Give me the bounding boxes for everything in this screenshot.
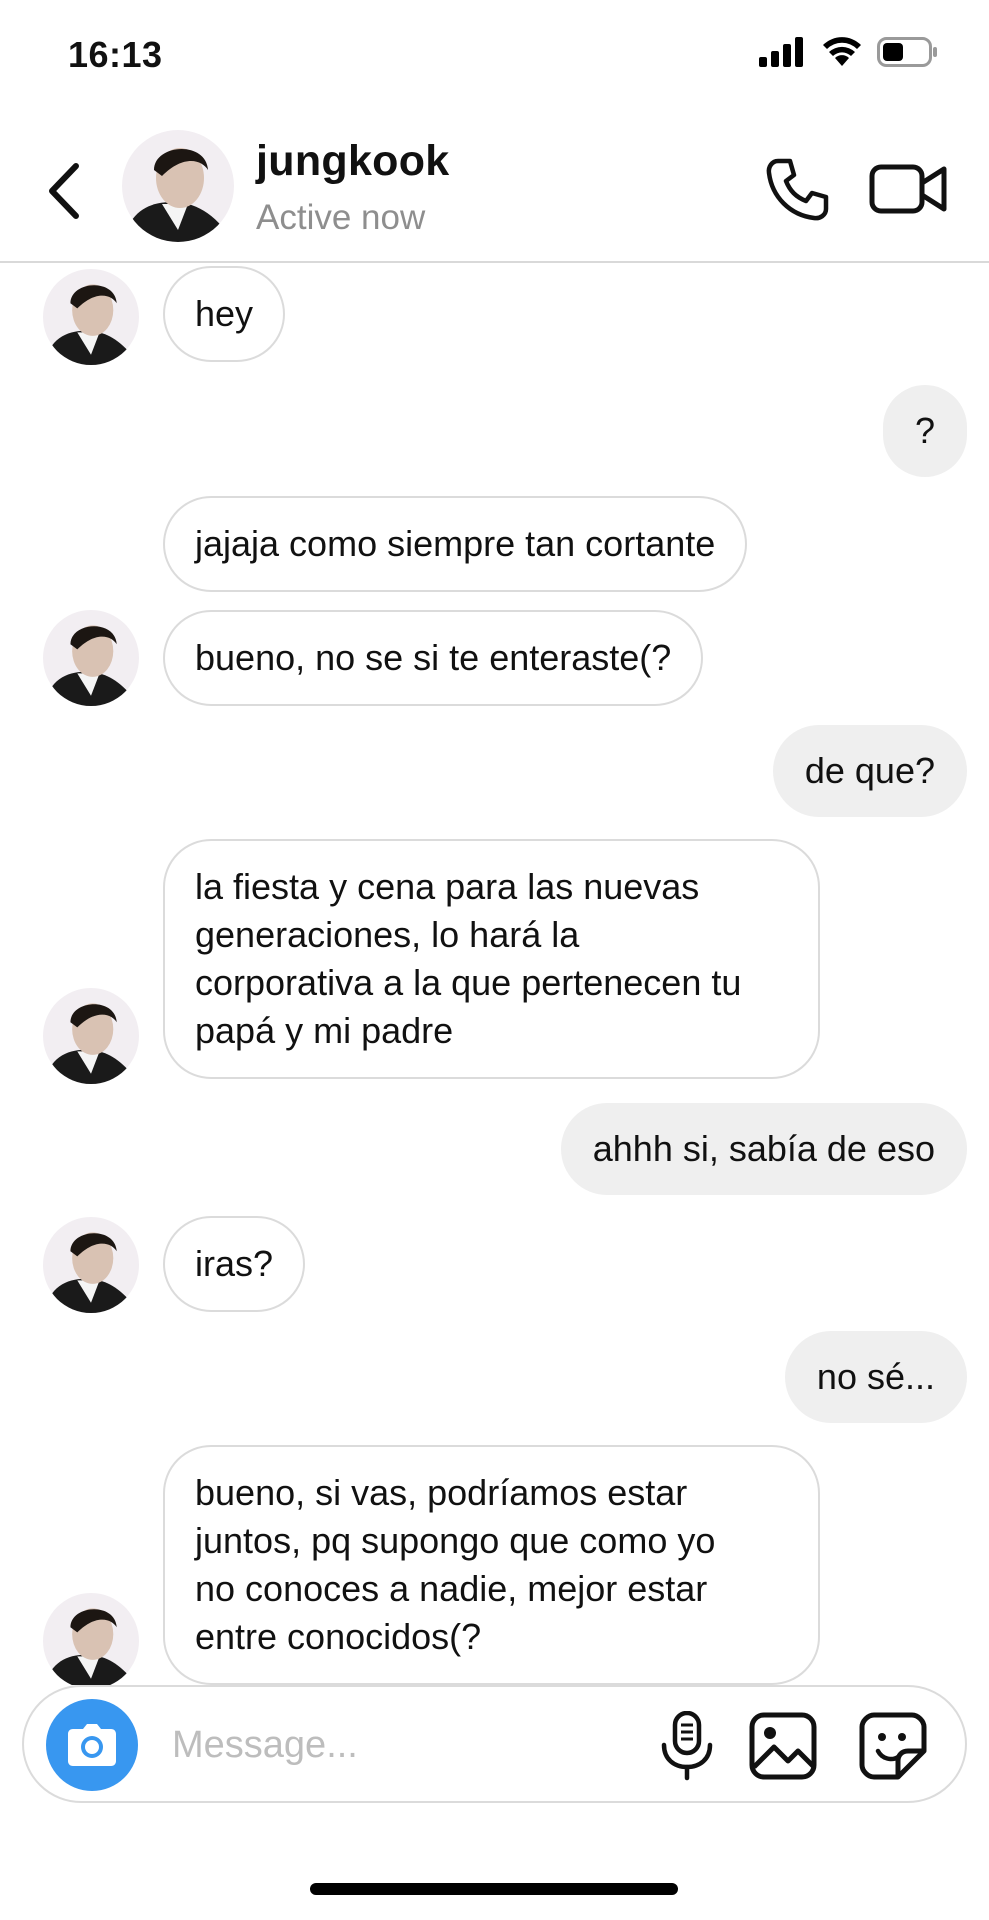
avatar[interactable] <box>43 988 139 1084</box>
message-list[interactable]: hey ? jajaja como siempre tan cortante b… <box>0 265 989 1685</box>
message-line: la fiesta y cena para las nuevas <box>195 866 700 907</box>
sticker-button[interactable] <box>858 1711 928 1781</box>
avatar-image <box>43 988 139 1084</box>
message-bubble-outgoing[interactable]: ahhh si, sabía de eso <box>560 1103 967 1195</box>
active-status: Active now <box>256 198 426 237</box>
status-icons <box>759 36 939 68</box>
message-bubble-incoming[interactable]: iras? <box>163 1216 306 1312</box>
message-composer <box>22 1685 967 1803</box>
contact-name[interactable]: jungkook <box>256 137 450 186</box>
avatar[interactable] <box>43 610 139 706</box>
message-line: generaciones, lo hará la <box>195 914 580 955</box>
message-line: papá y mi padre <box>195 1010 454 1051</box>
gallery-button[interactable] <box>748 1711 818 1781</box>
call-button[interactable] <box>762 155 832 225</box>
voice-message-button[interactable] <box>654 1710 720 1781</box>
message-line: entre conocidos(? <box>195 1616 482 1657</box>
video-camera-icon <box>869 164 947 214</box>
status-bar: 16:13 <box>0 0 989 110</box>
message-line: corporativa a la que pertenecen tu <box>195 962 742 1003</box>
avatar[interactable] <box>122 130 234 242</box>
message-bubble-incoming[interactable]: bueno, no se si te enteraste(? <box>163 610 704 706</box>
wifi-icon <box>823 37 861 66</box>
camera-button[interactable] <box>46 1699 138 1791</box>
microphone-icon <box>661 1710 713 1781</box>
message-line: bueno, si vas, podríamos estar <box>195 1472 688 1513</box>
chat-header: jungkook Active now <box>0 115 989 263</box>
message-input[interactable] <box>172 1715 652 1775</box>
sticker-icon <box>859 1712 927 1780</box>
image-icon <box>749 1712 817 1780</box>
message-line: juntos, pq supongo que como yo <box>195 1520 716 1561</box>
avatar-image <box>122 130 234 242</box>
back-button[interactable] <box>38 155 88 227</box>
message-bubble-outgoing[interactable]: de que? <box>772 725 967 817</box>
avatar[interactable] <box>43 269 139 365</box>
avatar[interactable] <box>43 1593 139 1685</box>
camera-icon <box>68 1724 116 1766</box>
message-bubble-incoming[interactable]: bueno, si vas, podríamos estar juntos, p… <box>163 1445 820 1685</box>
message-bubble-incoming[interactable]: hey <box>163 266 286 362</box>
message-bubble-incoming[interactable]: la fiesta y cena para las nuevas generac… <box>163 839 820 1079</box>
battery-icon <box>877 37 937 67</box>
phone-icon <box>766 158 829 221</box>
message-line: no conoces a nadie, mejor estar <box>195 1568 708 1609</box>
signal-icon <box>759 37 803 67</box>
message-bubble-outgoing[interactable]: no sé... <box>784 1331 967 1423</box>
avatar-image <box>43 610 139 706</box>
avatar-image <box>43 1217 139 1313</box>
message-bubble-incoming[interactable]: jajaja como siempre tan cortante <box>163 496 748 592</box>
status-time: 16:13 <box>68 34 163 75</box>
avatar-image <box>43 269 139 365</box>
home-indicator[interactable] <box>310 1883 678 1895</box>
avatar[interactable] <box>43 1217 139 1313</box>
avatar-image <box>43 1593 139 1685</box>
video-call-button[interactable] <box>868 157 948 221</box>
chevron-left-icon <box>49 163 79 219</box>
message-bubble-outgoing[interactable]: ? <box>882 385 967 477</box>
